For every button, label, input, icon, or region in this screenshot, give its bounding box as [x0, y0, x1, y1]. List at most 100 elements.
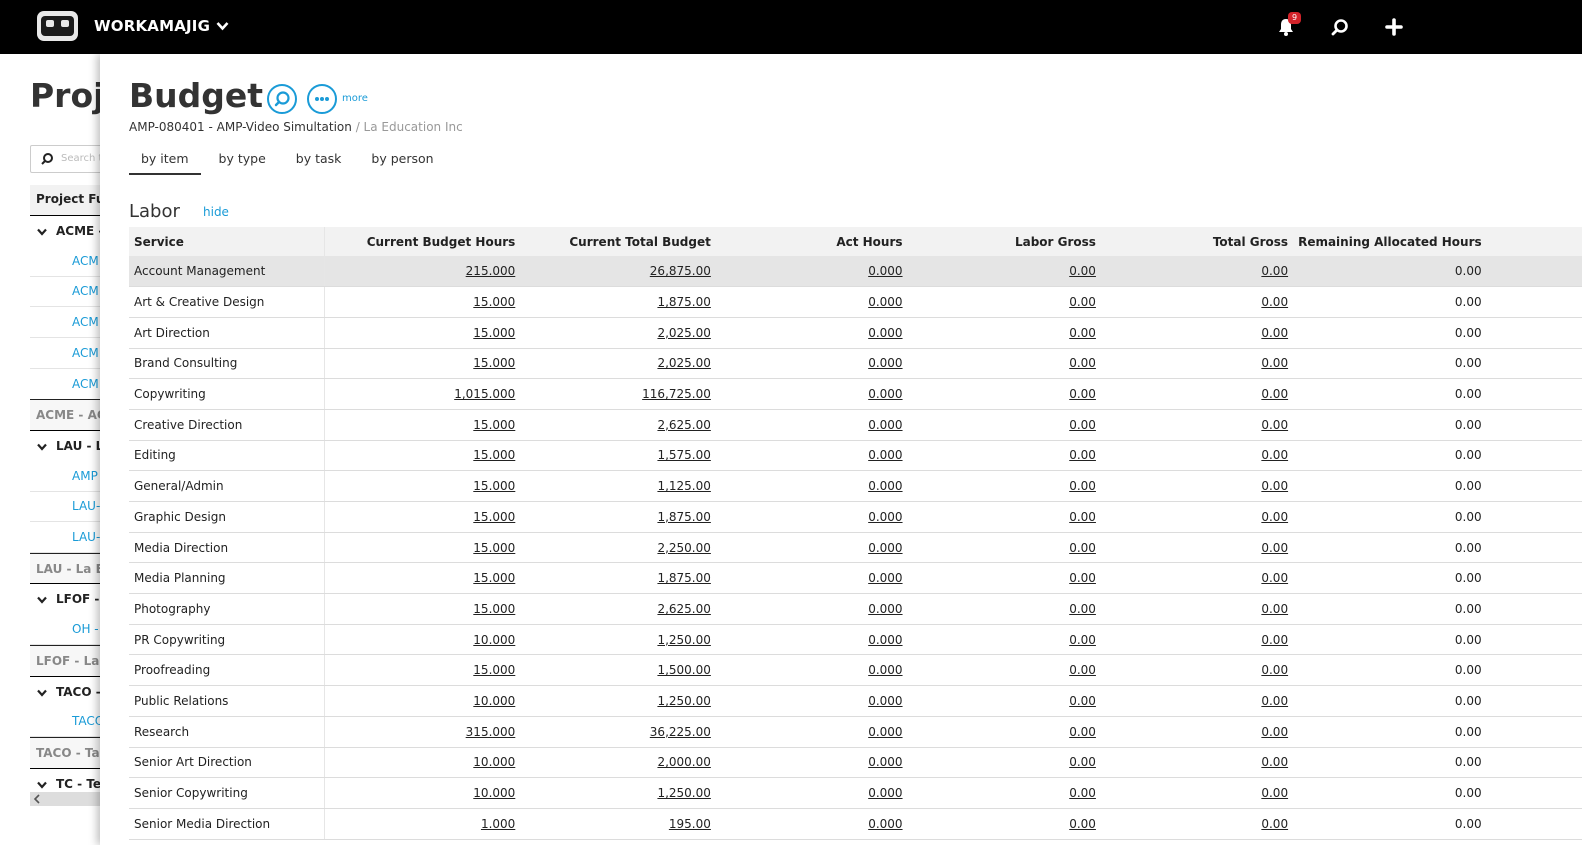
- hide-section-link[interactable]: hide: [203, 205, 229, 219]
- table-row[interactable]: PR Copywriting 10.000 1,250.00 0.000 0.00 0.0…: [129, 624, 1582, 656]
- value-cell[interactable]: 0.00: [907, 593, 1101, 625]
- project-name[interactable]: AMP-080401 - AMP-Video Simultation: [129, 120, 352, 134]
- column-header[interactable]: Current Total Budget: [520, 227, 716, 256]
- value-cell[interactable]: 15.000: [324, 562, 521, 595]
- value-cell[interactable]: 215.000: [324, 256, 521, 288]
- chevron-down-icon[interactable]: [36, 779, 48, 791]
- value-cell[interactable]: 2,625.00: [520, 409, 716, 441]
- value-cell[interactable]: 0.00: [1100, 409, 1294, 441]
- table-row[interactable]: Media Direction 15.000 2,250.00 0.000 0.00 0.…: [129, 532, 1582, 564]
- table-row[interactable]: Editing 15.000 1,575.00 0.000 0.00 0.00 0.00: [129, 440, 1582, 472]
- value-cell[interactable]: 116,725.00: [520, 378, 716, 410]
- chevron-down-icon[interactable]: [36, 594, 48, 606]
- value-cell[interactable]: 0.00: [907, 562, 1101, 595]
- more-link[interactable]: more: [342, 93, 368, 104]
- value-cell[interactable]: 0.00: [1100, 470, 1294, 502]
- column-header[interactable]: Remaining Allocated Hours: [1293, 227, 1487, 256]
- table-row[interactable]: Creative Direction 15.000 2,625.00 0.000 0.0…: [129, 409, 1582, 441]
- table-row[interactable]: Account Management 215.000 26,875.00 0.000 0…: [129, 256, 1582, 288]
- value-cell[interactable]: 15.000: [324, 440, 521, 472]
- table-row[interactable]: Senior Art Direction 10.000 2,000.00 0.000 0…: [129, 747, 1582, 779]
- value-cell[interactable]: 2,025.00: [520, 317, 716, 349]
- value-cell[interactable]: 0.000: [715, 256, 908, 288]
- search-input[interactable]: Search t: [30, 145, 100, 173]
- value-cell[interactable]: 15.000: [324, 654, 521, 687]
- chevron-down-icon[interactable]: [36, 441, 48, 453]
- value-cell[interactable]: 0.000: [715, 378, 908, 410]
- value-cell[interactable]: 0.00: [907, 378, 1101, 410]
- value-cell[interactable]: 1.000: [324, 808, 521, 840]
- value-cell[interactable]: 10.000: [324, 777, 521, 809]
- value-cell[interactable]: 0.00: [1100, 777, 1294, 809]
- project-group-row[interactable]: TACO -: [30, 675, 100, 707]
- value-cell[interactable]: 0.000: [715, 440, 908, 472]
- table-row[interactable]: Senior Copywriting 10.000 1,250.00 0.000 0.0…: [129, 777, 1582, 809]
- value-cell[interactable]: 10.000: [324, 624, 521, 656]
- value-cell[interactable]: 0.00: [907, 440, 1101, 472]
- value-cell[interactable]: 0.00: [907, 348, 1101, 380]
- value-cell[interactable]: 15.000: [324, 470, 521, 502]
- project-child-row[interactable]: ACM: [30, 338, 100, 369]
- value-cell[interactable]: 0.00: [1100, 654, 1294, 687]
- tab-by-person[interactable]: by person: [359, 150, 445, 175]
- workspace-menu[interactable]: WORKAMAJIG: [94, 17, 229, 35]
- project-child-row[interactable]: ACM: [30, 369, 100, 400]
- value-cell[interactable]: 2,025.00: [520, 348, 716, 380]
- value-cell[interactable]: 0.00: [1100, 440, 1294, 472]
- tab-by-item[interactable]: by item: [129, 150, 201, 175]
- value-cell[interactable]: 15.000: [324, 501, 521, 533]
- value-cell[interactable]: 15.000: [324, 532, 521, 564]
- project-group-row[interactable]: LFOF - L: [30, 583, 100, 614]
- column-header[interactable]: Labor Gross: [907, 227, 1101, 256]
- chevron-left-icon[interactable]: [30, 792, 44, 806]
- chevron-down-icon[interactable]: [36, 226, 48, 238]
- value-cell[interactable]: 26,875.00: [520, 256, 716, 288]
- value-cell[interactable]: 0.000: [715, 409, 908, 441]
- value-cell[interactable]: 0.000: [715, 532, 908, 564]
- column-header[interactable]: Total Gross: [1100, 227, 1294, 256]
- project-child-row[interactable]: TACO: [30, 706, 100, 738]
- value-cell[interactable]: 0.00: [907, 317, 1101, 349]
- column-header[interactable]: Service: [129, 227, 325, 256]
- value-cell[interactable]: 0.00: [1100, 378, 1294, 410]
- value-cell[interactable]: 2,000.00: [520, 747, 716, 779]
- value-cell[interactable]: 0.000: [715, 470, 908, 502]
- value-cell[interactable]: 0.00: [1100, 348, 1294, 380]
- value-cell[interactable]: 10.000: [324, 685, 521, 717]
- plus-icon[interactable]: [1384, 17, 1404, 37]
- value-cell[interactable]: 0.00: [907, 808, 1101, 840]
- more-options-button[interactable]: [307, 84, 337, 114]
- value-cell[interactable]: 15.000: [324, 317, 521, 349]
- table-row[interactable]: Photography 15.000 2,625.00 0.000 0.00 0.00 0.…: [129, 593, 1582, 625]
- value-cell[interactable]: 0.00: [907, 532, 1101, 564]
- value-cell[interactable]: 0.00: [907, 716, 1101, 748]
- value-cell[interactable]: 195.00: [520, 808, 716, 840]
- value-cell[interactable]: 0.000: [715, 747, 908, 779]
- project-child-row[interactable]: ACM: [30, 276, 100, 308]
- value-cell[interactable]: 1,875.00: [520, 562, 716, 595]
- robot-logo-icon[interactable]: [36, 10, 79, 42]
- value-cell[interactable]: 1,250.00: [520, 685, 716, 717]
- project-child-row[interactable]: AMP: [30, 461, 100, 492]
- value-cell[interactable]: 1,575.00: [520, 440, 716, 472]
- table-row[interactable]: Research 315.000 36,225.00 0.000 0.00 0.00 0.0…: [129, 716, 1582, 748]
- table-row[interactable]: General/Admin 15.000 1,125.00 0.000 0.00 0.00…: [129, 470, 1582, 502]
- value-cell[interactable]: 0.00: [1100, 624, 1294, 656]
- value-cell[interactable]: 0.00: [907, 501, 1101, 533]
- project-child-row[interactable]: ACM: [30, 307, 100, 339]
- value-cell[interactable]: 0.00: [907, 777, 1101, 809]
- value-cell[interactable]: 0.00: [907, 256, 1101, 288]
- value-cell[interactable]: 1,875.00: [520, 501, 716, 533]
- value-cell[interactable]: 0.00: [1100, 286, 1294, 318]
- column-header[interactable]: Act Hours: [715, 227, 908, 256]
- value-cell[interactable]: 0.000: [715, 593, 908, 625]
- value-cell[interactable]: 0.00: [907, 624, 1101, 656]
- table-row[interactable]: Graphic Design 15.000 1,875.00 0.000 0.00 0.0…: [129, 501, 1582, 533]
- value-cell[interactable]: 0.00: [1100, 317, 1294, 349]
- value-cell[interactable]: 0.00: [907, 685, 1101, 717]
- table-row[interactable]: Proofreading 15.000 1,500.00 0.000 0.00 0.00 0…: [129, 654, 1582, 687]
- value-cell[interactable]: 0.00: [1100, 808, 1294, 840]
- horizontal-scrollbar[interactable]: [30, 792, 100, 806]
- tab-by-type[interactable]: by type: [207, 150, 278, 175]
- chevron-down-icon[interactable]: [36, 687, 48, 699]
